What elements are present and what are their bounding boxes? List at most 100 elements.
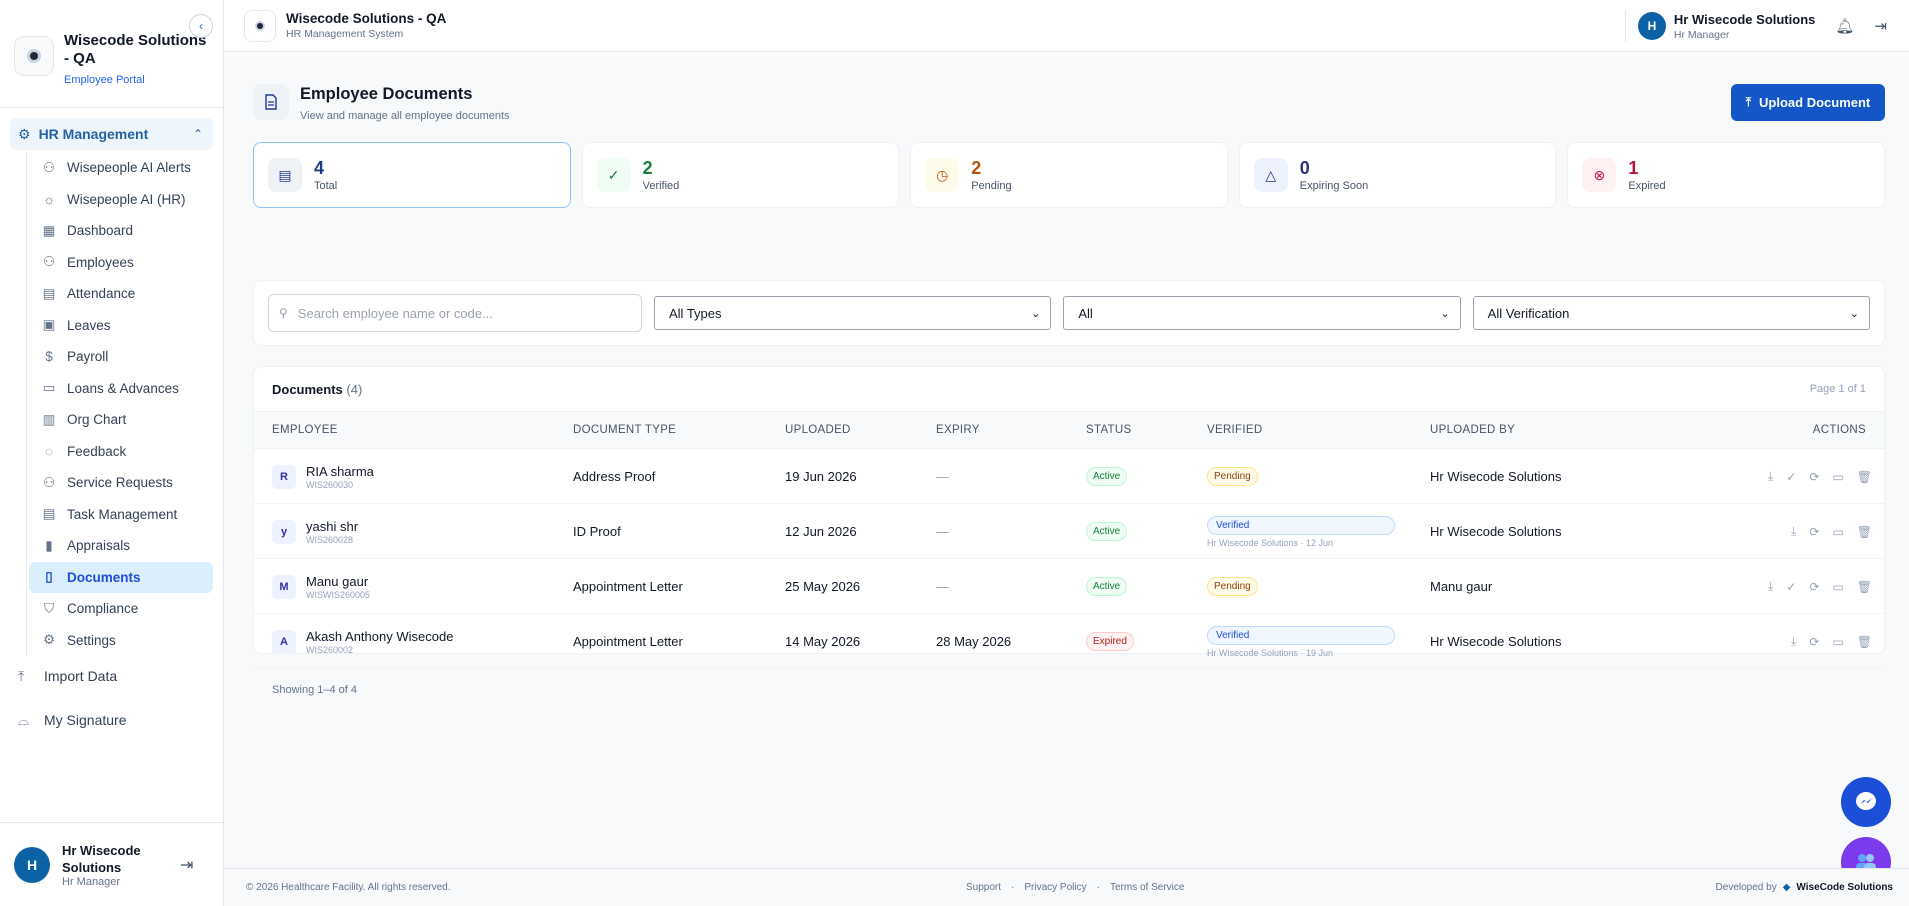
sidebar-item-wisepeople-ai-hr[interactable]: ☼ Wisepeople AI (HR) xyxy=(29,184,213,216)
calendar-icon: ▣ xyxy=(42,317,56,333)
refresh-icon[interactable]: ⟳ xyxy=(1809,635,1819,649)
sidebar-item-attendance[interactable]: ▤ Attendance xyxy=(29,278,213,310)
bar-chart-icon: ▮ xyxy=(45,537,53,553)
table-count: (4) xyxy=(346,381,363,397)
document-icon: ▤ xyxy=(268,158,302,192)
sidebar-item-org-chart[interactable]: ▥ Org Chart xyxy=(29,404,213,436)
sidebar-item-documents[interactable]: ▯ Documents xyxy=(29,561,213,593)
sidebar-item-wisepeople-ai-alerts[interactable]: ⚇ Wisepeople AI Alerts xyxy=(29,152,213,184)
trash-icon[interactable]: 🗑︎ xyxy=(1857,525,1872,539)
trash-icon[interactable]: 🗑︎ xyxy=(1857,470,1872,484)
stat-card-verified[interactable]: ✓ 2 Verified xyxy=(581,142,900,208)
sidebar-item-dashboard[interactable]: ▦ Dashboard xyxy=(29,215,213,247)
collapse-sidebar-button[interactable]: ‹ xyxy=(189,14,213,38)
table-row[interactable]: R RIA sharma WIS260030 Address Proof 19 Jun … xyxy=(254,449,1884,504)
gear-icon: ⚙ xyxy=(42,632,56,648)
check-icon[interactable]: ✓ xyxy=(1786,470,1796,484)
archive-icon[interactable]: ▭ xyxy=(1832,635,1843,649)
table-row[interactable]: y yashi shr WIS260028 ID Proof 12 Jun 2026 — A… xyxy=(254,504,1884,559)
chevron-left-icon: ‹ xyxy=(199,19,203,33)
sidebar-item-label: Compliance xyxy=(67,601,139,617)
stat-card-pending[interactable]: ◷ 2 Pending xyxy=(910,142,1228,208)
upload-document-button[interactable]: ⤒ Upload Document xyxy=(1731,84,1885,121)
chevron-down-icon: ⌄ xyxy=(1440,307,1450,320)
status-select[interactable]: All ⌄ xyxy=(1063,296,1461,330)
document-type-select[interactable]: All Types ⌄ xyxy=(654,296,1052,330)
archive-icon[interactable]: ▭ xyxy=(1832,580,1843,594)
stat-card-expired[interactable]: ⊗ 1 Expired xyxy=(1567,142,1885,208)
footer-link-support[interactable]: Support xyxy=(966,882,1001,893)
sidebar-item-label: Employees xyxy=(67,254,134,270)
sidebar-item-employees[interactable]: ⚇ Employees xyxy=(29,247,213,279)
sidebar-item-compliance[interactable]: ⛉ Compliance xyxy=(29,593,213,625)
document-type: ID Proof xyxy=(573,524,621,539)
sidebar-item-my-signature[interactable]: ⌓ My Signature xyxy=(0,702,223,738)
bell-icon[interactable]: 🔔︎ xyxy=(1835,17,1854,35)
employee-name[interactable]: Akash Anthony Wisecode xyxy=(306,629,453,644)
clipboard-icon: ▤ xyxy=(42,285,56,301)
verified-by: Hr Wisecode Solutions · 12 Jun xyxy=(1207,537,1334,548)
archive-icon[interactable]: ▭ xyxy=(1832,470,1843,484)
verified-badge: Verified xyxy=(1207,625,1395,645)
employee-name[interactable]: RIA sharma xyxy=(306,464,374,479)
dashboard-icon: ▦ xyxy=(42,222,56,238)
users-icon: ⚇ xyxy=(42,474,56,490)
header-avatar[interactable]: H xyxy=(1637,12,1666,40)
sidebar-item-settings[interactable]: ⚙ Settings xyxy=(29,625,213,657)
user-role: Hr Manager xyxy=(62,875,121,888)
footer-link-terms-of-service[interactable]: Terms of Service xyxy=(1110,882,1184,893)
sidebar-item-loans-advances[interactable]: ▭ Loans & Advances xyxy=(29,373,213,405)
sidebar-item-label: Attendance xyxy=(67,286,136,302)
employee-name[interactable]: yashi shr xyxy=(306,519,358,534)
stat-card-total[interactable]: ▤ 4 Total xyxy=(253,142,571,208)
sidebar-item-import-data[interactable]: ⤒ Import Data xyxy=(0,658,223,694)
stat-card-expiring-soon[interactable]: △ 0 Expiring Soon xyxy=(1238,142,1557,208)
check-icon[interactable]: ✓ xyxy=(1786,580,1796,594)
sidebar-item-label: Wisepeople AI Alerts xyxy=(67,160,191,176)
sidebar-item-feedback[interactable]: ◌ Feedback xyxy=(29,436,213,468)
sidebar-item-leaves[interactable]: ▣ Leaves xyxy=(29,310,213,342)
sidebar-item-label: Service Requests xyxy=(67,475,173,491)
verification-select[interactable]: All Verification ⌄ xyxy=(1472,296,1870,330)
main-content: Employee Documents View and manage all e… xyxy=(253,52,1885,696)
avatar[interactable]: H xyxy=(14,846,50,883)
archive-icon[interactable]: ▭ xyxy=(1832,525,1843,539)
developed-by: Developed by ◆ WiseCode Solutions xyxy=(1716,882,1893,893)
trash-icon[interactable]: 🗑︎ xyxy=(1857,635,1872,649)
top-header: Wisecode Solutions - QA HR Management Sy… xyxy=(224,0,1909,52)
column-header-employee: EMPLOYEE xyxy=(272,424,338,436)
uploaded-date: 19 Jun 2026 xyxy=(785,469,857,484)
messenger-button[interactable] xyxy=(1841,777,1891,827)
copyright: © 2026 Healthcare Facility. All rights r… xyxy=(246,882,451,893)
separator: · xyxy=(1096,882,1100,893)
sidebar-section-hr-management[interactable]: ⚙ HR Management ⌃ xyxy=(10,118,213,150)
download-icon[interactable]: ⤓ xyxy=(1768,579,1773,594)
sidebar-item-service-requests[interactable]: ⚇ Service Requests xyxy=(29,467,213,499)
logout-icon[interactable]: ⇥ xyxy=(1874,17,1887,35)
download-icon[interactable]: ⤓ xyxy=(1791,634,1796,649)
filters-bar: ⚲ Search employee name or code... All Ty… xyxy=(253,280,1885,346)
table-header: EMPLOYEE DOCUMENT TYPE UPLOADED EXPIRY STATU… xyxy=(254,411,1884,449)
refresh-icon[interactable]: ⟳ xyxy=(1809,470,1819,484)
table-row[interactable]: M Manu gaur WISWIS260005 Appointment Letter… xyxy=(254,559,1884,614)
download-icon[interactable]: ⤓ xyxy=(1768,469,1773,484)
portal-label: Employee Portal xyxy=(64,74,145,86)
sidebar-item-task-management[interactable]: ▤ Task Management xyxy=(29,499,213,531)
download-icon[interactable]: ⤓ xyxy=(1791,524,1796,539)
table-row[interactable]: A Akash Anthony Wisecode WIS260002 Appointm… xyxy=(254,614,1884,669)
logout-icon[interactable]: ⇥ xyxy=(180,855,193,875)
footer-link-privacy-policy[interactable]: Privacy Policy xyxy=(1024,882,1086,893)
sidebar-item-label: Loans & Advances xyxy=(67,380,179,396)
employee-name[interactable]: Manu gaur xyxy=(306,574,370,589)
refresh-icon[interactable]: ⟳ xyxy=(1809,525,1819,539)
table-title-text: Documents xyxy=(272,381,343,397)
clock-icon: ◷ xyxy=(925,158,960,192)
trash-icon[interactable]: 🗑︎ xyxy=(1857,580,1872,594)
refresh-icon[interactable]: ⟳ xyxy=(1809,580,1819,594)
search-input[interactable]: ⚲ Search employee name or code... xyxy=(268,294,642,332)
sidebar: Wisecode Solutions - QA Employee Portal … xyxy=(0,0,224,906)
sidebar-item-appraisals[interactable]: ▮ Appraisals xyxy=(29,530,213,562)
sidebar-item-label: Dashboard xyxy=(67,223,134,239)
sidebar-item-payroll[interactable]: $ Payroll xyxy=(29,341,213,373)
row-actions: ⤓ ⟳ ▭ 🗑︎ xyxy=(1791,504,1872,559)
